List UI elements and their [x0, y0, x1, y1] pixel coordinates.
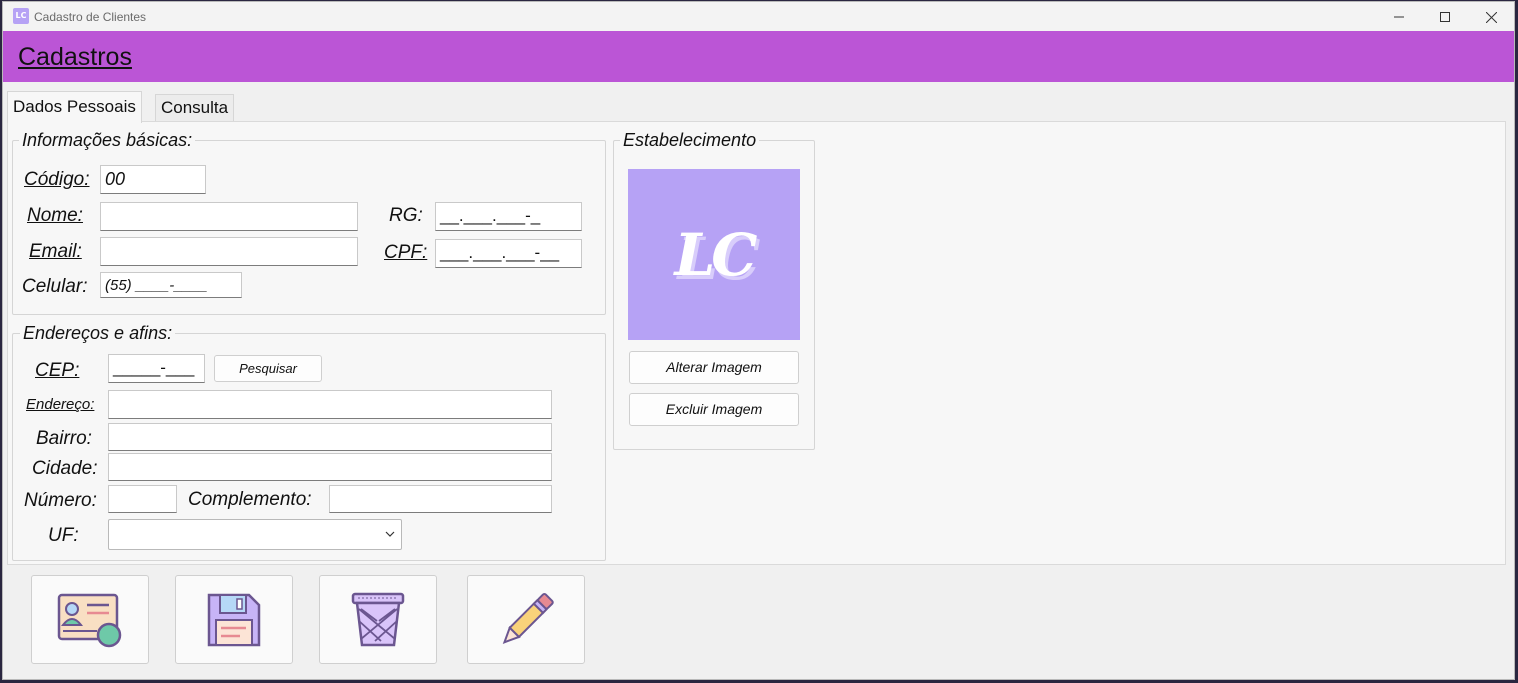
codigo-field[interactable]: 00 [100, 165, 206, 194]
rg-field[interactable]: __.___.___-_ [435, 202, 582, 231]
email-field[interactable] [100, 237, 358, 266]
uf-label: UF: [48, 525, 79, 546]
new-client-button[interactable] [31, 575, 149, 664]
establishment-logo: LC [628, 169, 800, 340]
endereco-field[interactable] [108, 390, 552, 419]
cidade-label: Cidade: [32, 458, 98, 479]
maximize-icon [1440, 12, 1450, 22]
logo-text: LC [674, 220, 758, 289]
pencil-icon [502, 592, 554, 644]
floppy-disk-icon [207, 593, 261, 646]
uf-select[interactable] [108, 519, 402, 550]
tab-dados-pessoais[interactable]: Dados Pessoais [7, 91, 142, 123]
page-title: Cadastros [18, 43, 132, 71]
title-bar: LC Cadastro de Clientes [3, 2, 1514, 32]
close-button[interactable] [1468, 2, 1514, 32]
bairro-label: Bairro: [36, 428, 92, 449]
celular-field[interactable]: (55) ____-____ [100, 272, 242, 298]
rg-label: RG: [389, 205, 423, 226]
cpf-field[interactable]: ___.___.___-__ [435, 239, 582, 268]
codigo-label: Código: [24, 169, 90, 190]
nome-label: Nome: [27, 205, 83, 226]
nome-field[interactable] [100, 202, 358, 231]
edit-button[interactable] [467, 575, 585, 664]
app-icon: LC [13, 8, 29, 24]
address-legend: Endereços e afins: [20, 323, 176, 344]
endereco-label: Endereço: [26, 396, 95, 413]
establishment-legend: Estabelecimento [620, 130, 760, 151]
id-card-icon [57, 593, 122, 647]
email-label: Email: [29, 241, 82, 262]
close-icon [1485, 11, 1497, 23]
cep-label: CEP: [35, 360, 80, 381]
main-window: LC Cadastro de Clientes Cadastros Dados … [2, 1, 1515, 680]
cep-field[interactable]: _____-___ [108, 354, 205, 383]
complemento-label: Complemento: [188, 489, 312, 510]
delete-button[interactable] [319, 575, 437, 664]
basic-info-legend: Informações básicas: [19, 130, 196, 151]
chevron-down-icon [385, 531, 395, 537]
save-button[interactable] [175, 575, 293, 664]
maximize-button[interactable] [1422, 2, 1468, 32]
minimize-icon [1394, 16, 1404, 18]
tab-consulta[interactable]: Consulta [155, 94, 235, 123]
trash-can-icon [351, 592, 405, 646]
cpf-label: CPF: [384, 242, 428, 263]
numero-label: Número: [24, 490, 97, 511]
window-title: Cadastro de Clientes [34, 10, 147, 24]
change-image-button[interactable]: Alterar Imagem [629, 351, 799, 384]
complemento-field[interactable] [329, 485, 552, 513]
numero-field[interactable] [108, 485, 177, 513]
celular-label: Celular: [22, 276, 88, 297]
minimize-button[interactable] [1376, 2, 1422, 32]
delete-image-button[interactable]: Excluir Imagem [629, 393, 799, 426]
cidade-field[interactable] [108, 453, 552, 481]
header-bar: Cadastros [3, 31, 1514, 82]
search-cep-button[interactable]: Pesquisar [214, 355, 322, 382]
bairro-field[interactable] [108, 423, 552, 451]
